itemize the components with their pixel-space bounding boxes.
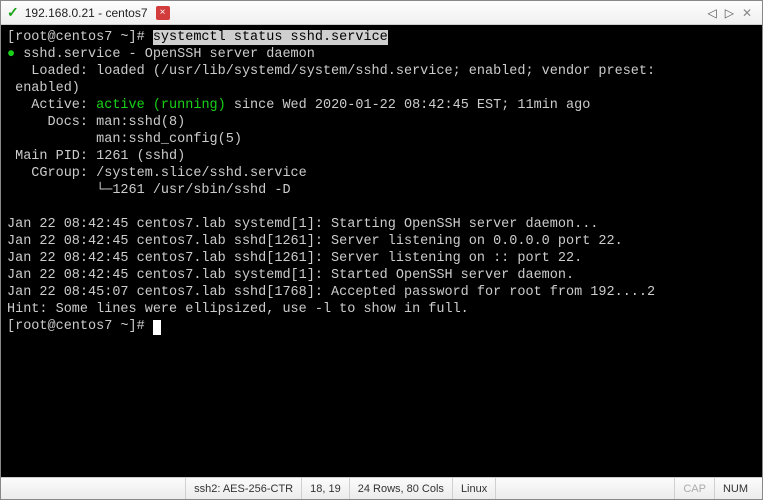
log-line: Jan 22 08:42:45 centos7.lab sshd[1261]: …	[7, 234, 623, 249]
statusbar: ssh2: AES-256-CTR 18, 19 24 Rows, 80 Col…	[1, 477, 762, 499]
main-pid-line: Main PID: 1261 (sshd)	[7, 149, 185, 164]
close-tab-button[interactable]: ×	[156, 6, 170, 20]
loaded-line: Loaded: loaded (/usr/lib/systemd/system/…	[7, 64, 655, 79]
status-terminal-size: 24 Rows, 80 Cols	[350, 478, 453, 499]
window-title: 192.168.0.21 - centos7	[25, 6, 148, 20]
log-line: Jan 22 08:42:45 centos7.lab sshd[1261]: …	[7, 251, 582, 266]
active-status: active (running)	[96, 98, 226, 113]
status-capslock: CAP	[675, 478, 715, 499]
cgroup-tree-line: └─1261 /usr/sbin/sshd -D	[7, 183, 291, 198]
status-numlock: NUM	[715, 478, 756, 499]
status-dot-icon: ●	[7, 47, 23, 62]
connected-check-icon: ✓	[7, 4, 19, 21]
docs-line-1: Docs: man:sshd(8)	[7, 115, 185, 130]
loaded-line-2: enabled)	[7, 81, 80, 96]
log-line: Jan 22 08:42:45 centos7.lab systemd[1]: …	[7, 268, 574, 283]
shell-prompt: [root@centos7 ~]#	[7, 30, 153, 45]
docs-line-2: man:sshd_config(5)	[7, 132, 242, 147]
command-highlight: systemctl status sshd.service	[153, 30, 388, 45]
log-line: Jan 22 08:42:45 centos7.lab systemd[1]: …	[7, 217, 598, 232]
close-panel-button[interactable]: ✕	[738, 6, 756, 20]
next-tab-button[interactable]: ▷	[721, 6, 738, 20]
terminal-output[interactable]: [root@centos7 ~]# systemctl status sshd.…	[1, 25, 762, 477]
status-cursor-pos: 18, 19	[302, 478, 350, 499]
status-spacer	[7, 478, 186, 499]
status-protocol: ssh2: AES-256-CTR	[186, 478, 302, 499]
cgroup-line: CGroup: /system.slice/sshd.service	[7, 166, 307, 181]
status-os: Linux	[453, 478, 496, 499]
prev-tab-button[interactable]: ◁	[703, 6, 720, 20]
titlebar: ✓ 192.168.0.21 - centos7 × ◁ ▷ ✕	[1, 1, 762, 25]
hint-line: Hint: Some lines were ellipsized, use -l…	[7, 302, 469, 317]
shell-prompt: [root@centos7 ~]#	[7, 319, 153, 334]
active-label: Active:	[7, 98, 96, 113]
active-since: since Wed 2020-01-22 08:42:45 EST; 11min…	[226, 98, 591, 113]
cursor-icon	[153, 320, 161, 335]
log-line: Jan 22 08:45:07 centos7.lab sshd[1768]: …	[7, 285, 655, 300]
status-spacer	[496, 478, 675, 499]
service-header: sshd.service - OpenSSH server daemon	[23, 47, 315, 62]
